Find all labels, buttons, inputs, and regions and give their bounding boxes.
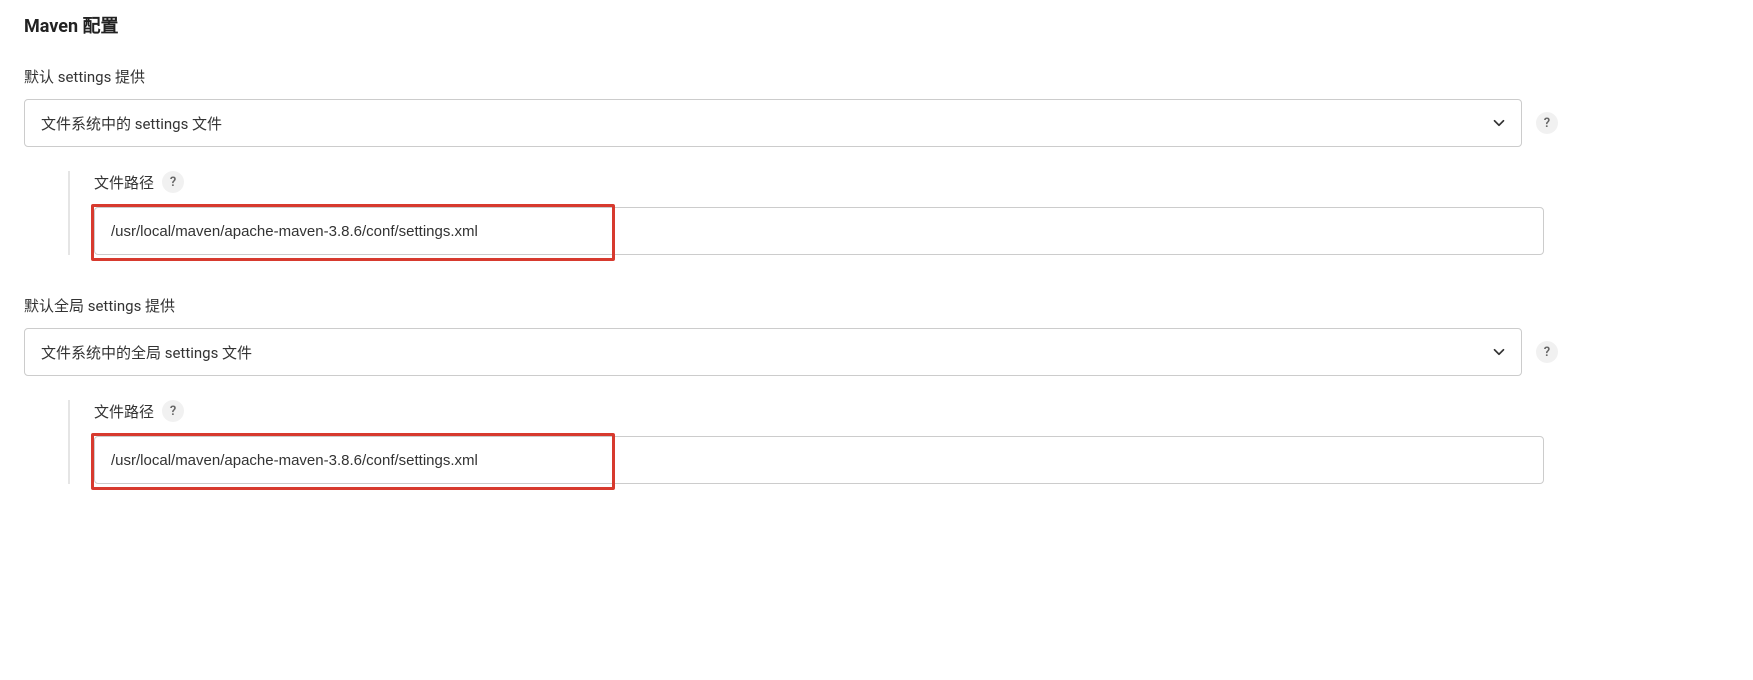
help-icon[interactable]: ? [162,171,184,193]
default-settings-row: 文件系统中的 settings 文件 ? [24,99,1729,147]
global-settings-select-wrapper: 文件系统中的全局 settings 文件 [24,328,1522,376]
global-settings-label: 默认全局 settings 提供 [24,295,1729,316]
help-icon[interactable]: ? [162,400,184,422]
help-icon[interactable]: ? [1536,341,1558,363]
default-settings-label: 默认 settings 提供 [24,66,1729,87]
global-settings-row: 文件系统中的全局 settings 文件 ? [24,328,1729,376]
global-settings-filepath-block: 文件路径 ? [68,400,1729,484]
default-settings-select[interactable]: 文件系统中的 settings 文件 [24,99,1522,147]
global-filepath-input[interactable] [94,436,1544,484]
default-filepath-input-wrap [94,207,1544,255]
default-settings-select-value: 文件系统中的 settings 文件 [41,113,222,134]
default-filepath-label-row: 文件路径 ? [94,171,1729,193]
global-settings-select[interactable]: 文件系统中的全局 settings 文件 [24,328,1522,376]
global-settings-select-value: 文件系统中的全局 settings 文件 [41,342,252,363]
page-title: Maven 配置 [24,12,1729,38]
global-filepath-label-row: 文件路径 ? [94,400,1729,422]
global-filepath-input-wrap [94,436,1544,484]
default-settings-select-wrapper: 文件系统中的 settings 文件 [24,99,1522,147]
default-filepath-label: 文件路径 [94,172,154,193]
global-filepath-label: 文件路径 [94,401,154,422]
default-filepath-input[interactable] [94,207,1544,255]
help-icon[interactable]: ? [1536,112,1558,134]
default-settings-filepath-block: 文件路径 ? [68,171,1729,255]
